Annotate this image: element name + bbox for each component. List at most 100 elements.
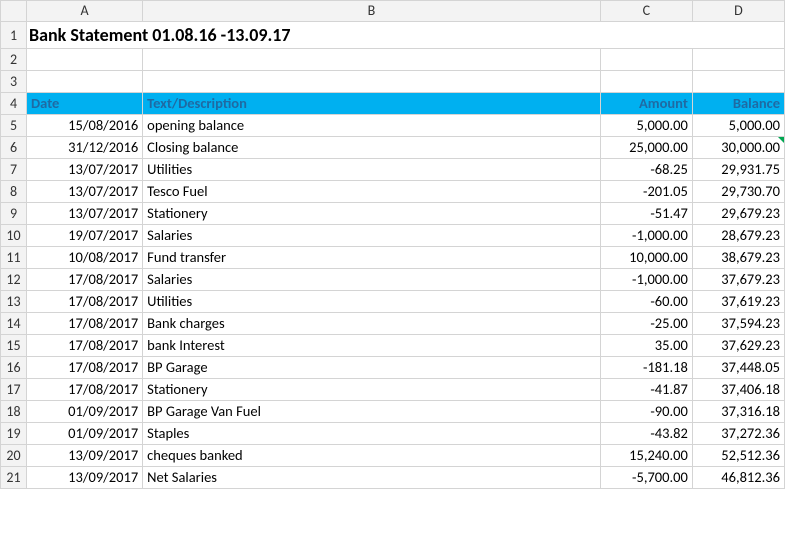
col-header-B[interactable]: B	[143, 1, 601, 22]
cell-A2[interactable]	[27, 49, 143, 71]
cell-description[interactable]: Closing balance	[143, 137, 601, 159]
row-header-21[interactable]: 21	[1, 467, 27, 489]
cell-date[interactable]: 17/08/2017	[27, 291, 143, 313]
cell-balance[interactable]: 37,272.36	[692, 423, 784, 445]
cell-balance[interactable]: 37,594.23	[692, 313, 784, 335]
cell-date[interactable]: 13/07/2017	[27, 181, 143, 203]
cell-description[interactable]: Stationery	[143, 203, 601, 225]
cell-date[interactable]: 13/07/2017	[27, 159, 143, 181]
cell-balance[interactable]: 52,512.36	[692, 445, 784, 467]
row-header-10[interactable]: 10	[1, 225, 27, 247]
cell-balance[interactable]: 29,679.23	[692, 203, 784, 225]
cell-date[interactable]: 13/07/2017	[27, 203, 143, 225]
row-header-20[interactable]: 20	[1, 445, 27, 467]
row-header-5[interactable]: 5	[1, 115, 27, 137]
row-header-3[interactable]: 3	[1, 71, 27, 93]
cell-description[interactable]: Fund transfer	[143, 247, 601, 269]
cell-date[interactable]: 01/09/2017	[27, 423, 143, 445]
row-header-16[interactable]: 16	[1, 357, 27, 379]
cell-description[interactable]: Bank charges	[143, 313, 601, 335]
header-description[interactable]: Text/Description	[143, 93, 601, 115]
row-header-14[interactable]: 14	[1, 313, 27, 335]
cell-date[interactable]: 15/08/2016	[27, 115, 143, 137]
cell-date[interactable]: 10/08/2017	[27, 247, 143, 269]
cell-amount[interactable]: -60.00	[600, 291, 692, 313]
cell-balance[interactable]: 29,931.75	[692, 159, 784, 181]
cell-amount[interactable]: 25,000.00	[600, 137, 692, 159]
col-header-A[interactable]: A	[27, 1, 143, 22]
cell-D3[interactable]	[692, 71, 784, 93]
cell-balance[interactable]: 29,730.70	[692, 181, 784, 203]
cell-description[interactable]: bank Interest	[143, 335, 601, 357]
cell-balance[interactable]: 30,000.00	[692, 137, 784, 159]
cell-balance[interactable]: 5,000.00	[692, 115, 784, 137]
row-header-8[interactable]: 8	[1, 181, 27, 203]
cell-description[interactable]: BP Garage Van Fuel	[143, 401, 601, 423]
row-header-4[interactable]: 4	[1, 93, 27, 115]
cell-description[interactable]: Salaries	[143, 225, 601, 247]
cell-balance[interactable]: 37,316.18	[692, 401, 784, 423]
cell-amount[interactable]: -51.47	[600, 203, 692, 225]
cell-amount[interactable]: -181.18	[600, 357, 692, 379]
cell-B2[interactable]	[143, 49, 601, 71]
cell-date[interactable]: 01/09/2017	[27, 401, 143, 423]
row-header-18[interactable]: 18	[1, 401, 27, 423]
cell-amount[interactable]: 10,000.00	[600, 247, 692, 269]
cell-balance[interactable]: 38,679.23	[692, 247, 784, 269]
cell-balance[interactable]: 37,679.23	[692, 269, 784, 291]
cell-description[interactable]: cheques banked	[143, 445, 601, 467]
header-date[interactable]: Date	[27, 93, 143, 115]
cell-date[interactable]: 19/07/2017	[27, 225, 143, 247]
cell-B3[interactable]	[143, 71, 601, 93]
cell-amount[interactable]: -1,000.00	[600, 269, 692, 291]
cell-amount[interactable]: -201.05	[600, 181, 692, 203]
cell-amount[interactable]: -41.87	[600, 379, 692, 401]
row-header-19[interactable]: 19	[1, 423, 27, 445]
cell-date[interactable]: 13/09/2017	[27, 467, 143, 489]
header-balance[interactable]: Balance	[692, 93, 784, 115]
select-all-corner[interactable]	[1, 1, 27, 22]
cell-balance[interactable]: 28,679.23	[692, 225, 784, 247]
cell-balance[interactable]: 37,619.23	[692, 291, 784, 313]
row-header-15[interactable]: 15	[1, 335, 27, 357]
col-header-C[interactable]: C	[600, 1, 692, 22]
cell-date[interactable]: 17/08/2017	[27, 313, 143, 335]
cell-date[interactable]: 17/08/2017	[27, 335, 143, 357]
cell-A3[interactable]	[27, 71, 143, 93]
col-header-D[interactable]: D	[692, 1, 784, 22]
cell-amount[interactable]: -1,000.00	[600, 225, 692, 247]
cell-A1-title[interactable]: Bank Statement 01.08.16 -13.09.17	[27, 22, 785, 49]
cell-amount[interactable]: 15,240.00	[600, 445, 692, 467]
cell-balance[interactable]: 37,629.23	[692, 335, 784, 357]
row-header-6[interactable]: 6	[1, 137, 27, 159]
cell-D2[interactable]	[692, 49, 784, 71]
cell-amount[interactable]: 5,000.00	[600, 115, 692, 137]
row-header-11[interactable]: 11	[1, 247, 27, 269]
cell-amount[interactable]: -25.00	[600, 313, 692, 335]
cell-description[interactable]: Utilities	[143, 159, 601, 181]
cell-balance[interactable]: 37,406.18	[692, 379, 784, 401]
cell-date[interactable]: 17/08/2017	[27, 269, 143, 291]
cell-amount[interactable]: -90.00	[600, 401, 692, 423]
cell-description[interactable]: Staples	[143, 423, 601, 445]
cell-description[interactable]: opening balance	[143, 115, 601, 137]
cell-date[interactable]: 17/08/2017	[27, 379, 143, 401]
cell-date[interactable]: 13/09/2017	[27, 445, 143, 467]
cell-amount[interactable]: -68.25	[600, 159, 692, 181]
cell-date[interactable]: 31/12/2016	[27, 137, 143, 159]
cell-amount[interactable]: -43.82	[600, 423, 692, 445]
row-header-7[interactable]: 7	[1, 159, 27, 181]
row-header-9[interactable]: 9	[1, 203, 27, 225]
cell-C2[interactable]	[600, 49, 692, 71]
row-header-1[interactable]: 1	[1, 22, 27, 49]
cell-description[interactable]: Salaries	[143, 269, 601, 291]
row-header-12[interactable]: 12	[1, 269, 27, 291]
cell-balance[interactable]: 37,448.05	[692, 357, 784, 379]
cell-description[interactable]: Stationery	[143, 379, 601, 401]
cell-date[interactable]: 17/08/2017	[27, 357, 143, 379]
header-amount[interactable]: Amount	[600, 93, 692, 115]
row-header-17[interactable]: 17	[1, 379, 27, 401]
cell-description[interactable]: BP Garage	[143, 357, 601, 379]
cell-balance[interactable]: 46,812.36	[692, 467, 784, 489]
cell-description[interactable]: Tesco Fuel	[143, 181, 601, 203]
